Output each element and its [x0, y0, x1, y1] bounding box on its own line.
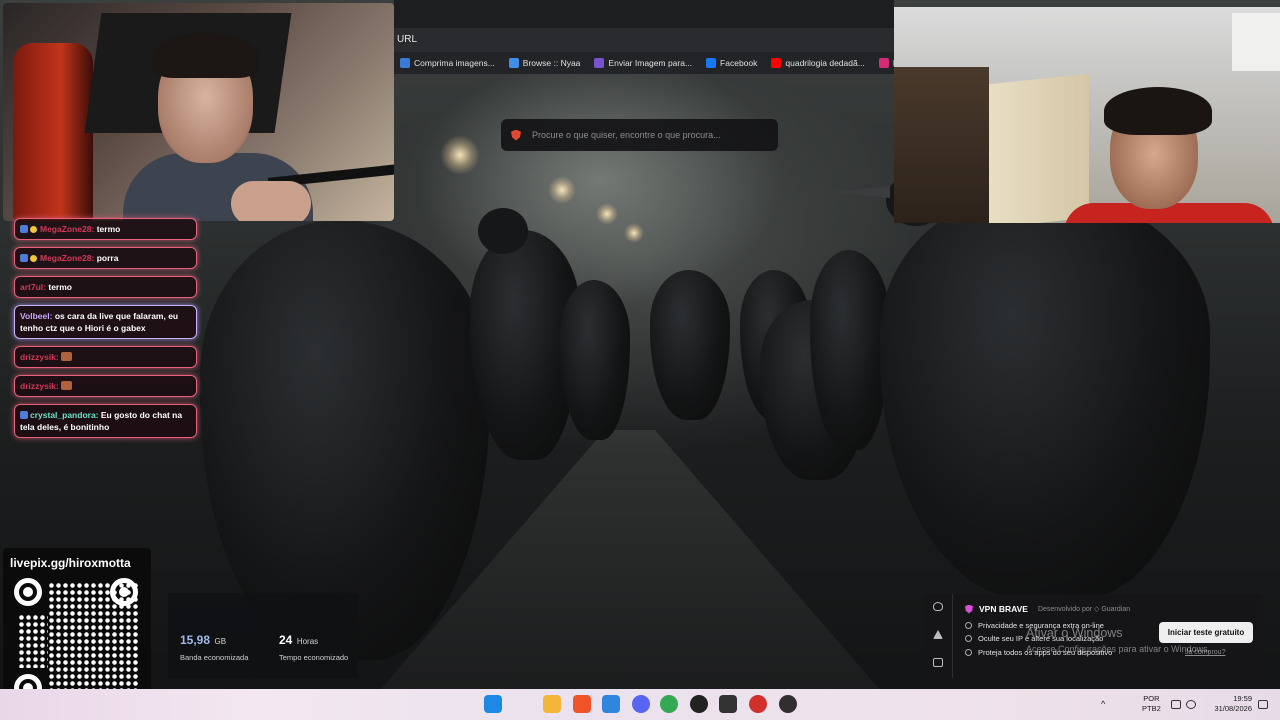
clock-time: 19:59 — [1233, 694, 1252, 703]
vpn-title-text: VPN BRAVE — [979, 604, 1028, 614]
chat-username: drizzysik: — [20, 381, 59, 391]
chat-username: MegaZone28: — [40, 253, 95, 263]
bookmark-item[interactable]: quadrilogia dedadã... — [771, 58, 865, 68]
warning-icon[interactable] — [933, 630, 943, 639]
time-saved-stat: 24 Horas Tempo economizado — [279, 631, 348, 662]
chat-message: MegaZone28: termo — [14, 218, 197, 240]
browser-tab-strip — [394, 0, 894, 28]
bookmark-item[interactable]: Comprima imagens... — [400, 58, 495, 68]
brave-browser-icon[interactable] — [573, 695, 591, 713]
notepad-icon[interactable] — [602, 695, 620, 713]
monitor-icon[interactable] — [1171, 700, 1181, 709]
subscriber-badge-icon — [20, 411, 28, 419]
bandwidth-label: Banda economizada — [180, 653, 249, 662]
search-placeholder: Procure o que quiser, encontre o que pro… — [532, 130, 721, 140]
bookmark-label: Comprima imagens... — [414, 58, 495, 68]
chat-message: crystal_pandora: Eu gosto do chat na tel… — [14, 404, 197, 438]
time-value: 24 — [279, 633, 293, 647]
chrome-icon[interactable] — [660, 695, 678, 713]
bookmark-item[interactable]: Facebook — [706, 58, 757, 68]
subscriber-badge-icon — [20, 254, 28, 262]
language-code: POR — [1143, 694, 1160, 703]
chat-message: Volbeel: os cara da live que falaram, eu… — [14, 305, 197, 339]
taskbar: ^ POR PTB2 19:59 31/08/2026 — [0, 689, 1280, 720]
tray-overflow-icon[interactable]: ^ — [1101, 699, 1105, 709]
bookmark-favicon-icon — [594, 58, 605, 68]
bits-badge-icon — [30, 255, 37, 262]
chat-overlay: MegaZone28: termo MegaZone28: porra art7ul… — [14, 218, 198, 445]
bookmark-favicon-icon — [706, 58, 717, 68]
bookmark-label: Browse :: Nyaa — [522, 58, 581, 68]
bookmark-favicon-icon — [878, 58, 889, 68]
vpn-developer: Desenvolvido por ◇ Guardian — [1037, 606, 1131, 613]
chat-username: art7ul: — [20, 282, 46, 292]
language-indicator[interactable]: POR PTB2 — [1142, 694, 1161, 714]
chat-message: drizzysik: — [14, 375, 197, 397]
streamer-webcam — [3, 3, 394, 221]
bandwidth-value: 15,98 — [180, 633, 211, 647]
time-unit: Horas — [296, 637, 319, 646]
bookmarks-bar: Comprima imagens... Browse :: Nyaa Enviar … — [394, 52, 894, 74]
desktop: URL Comprima imagens... Browse :: Nyaa Env… — [0, 0, 1280, 720]
widget-side-rail — [923, 594, 953, 678]
chat-username: drizzysik: — [20, 352, 59, 362]
media-app-icon[interactable] — [719, 695, 737, 713]
chat-username: crystal_pandora: — [30, 410, 99, 420]
chat-text: termo — [48, 282, 72, 292]
keyboard-layout: PTB2 — [1142, 704, 1161, 713]
subscriber-badge-icon — [20, 225, 28, 233]
windows-start-icon[interactable] — [484, 695, 502, 713]
bookmark-favicon-icon — [771, 58, 782, 68]
chat-text: porra — [96, 253, 119, 263]
check-icon — [965, 649, 972, 656]
check-icon — [965, 635, 972, 642]
bookmark-favicon-icon — [400, 58, 410, 68]
shield-icon[interactable] — [933, 602, 943, 611]
chat-emote-icon — [61, 381, 73, 390]
discord-icon[interactable] — [632, 695, 650, 713]
red-app-icon[interactable] — [749, 695, 767, 713]
brave-stats-widget: 15,98 GB Banda economizada 24 Horas Temp… — [168, 593, 358, 678]
vpn-shield-icon — [965, 604, 973, 614]
new-tab-search-box[interactable]: Procure o que quiser, encontre o que pro… — [501, 119, 778, 151]
windows-activation-watermark: Ativar o Windows Acesse Configurações pa… — [1026, 626, 1210, 654]
bookmark-label: Enviar Imagem para... — [608, 58, 693, 68]
card-icon[interactable] — [933, 658, 943, 667]
guest-webcam — [894, 7, 1280, 223]
clock[interactable]: 19:59 31/08/2026 — [1208, 694, 1252, 714]
bookmark-item[interactable]: Instag — [878, 58, 894, 68]
address-bar[interactable]: URL — [394, 28, 894, 52]
chat-message: MegaZone28: porra — [14, 247, 197, 269]
bandwidth-unit: GB — [214, 637, 227, 646]
activation-title: Ativar o Windows — [1026, 626, 1123, 640]
check-icon — [965, 622, 972, 629]
livepix-title: livepix.gg/hiroxmotta — [10, 556, 131, 570]
url-text: URL — [397, 34, 418, 45]
chat-text: termo — [96, 224, 121, 234]
chat-message: art7ul: termo — [14, 276, 197, 298]
brave-shield-icon — [511, 129, 521, 141]
activation-subtitle: Acesse Configurações para ativar o Windo… — [1026, 644, 1211, 654]
vpn-title: VPN BRAVE Desenvolvido por ◇ Guardian — [965, 604, 1130, 614]
file-explorer-icon[interactable] — [543, 695, 561, 713]
bookmark-favicon-icon — [508, 58, 519, 68]
chat-username: MegaZone28: — [40, 224, 95, 234]
bits-badge-icon — [30, 226, 37, 233]
time-label: Tempo economizado — [279, 653, 349, 662]
bandwidth-saved-stat: 15,98 GB Banda economizada — [180, 631, 248, 662]
notification-icon[interactable] — [1258, 700, 1268, 709]
chat-emote-icon — [61, 352, 73, 361]
g-app-icon[interactable] — [690, 695, 708, 713]
bookmark-label: Facebook — [720, 58, 758, 68]
chat-username: Volbeel: — [20, 311, 53, 321]
bookmark-label: quadrilogia dedadã... — [785, 58, 865, 68]
clock-date: 31/08/2026 — [1214, 704, 1252, 713]
bookmark-item[interactable]: Enviar Imagem para... — [594, 58, 692, 68]
volume-icon[interactable] — [1186, 700, 1196, 709]
obs-icon[interactable] — [779, 695, 797, 713]
chat-message: drizzysik: — [14, 346, 197, 368]
bookmark-item[interactable]: Browse :: Nyaa — [508, 58, 581, 68]
